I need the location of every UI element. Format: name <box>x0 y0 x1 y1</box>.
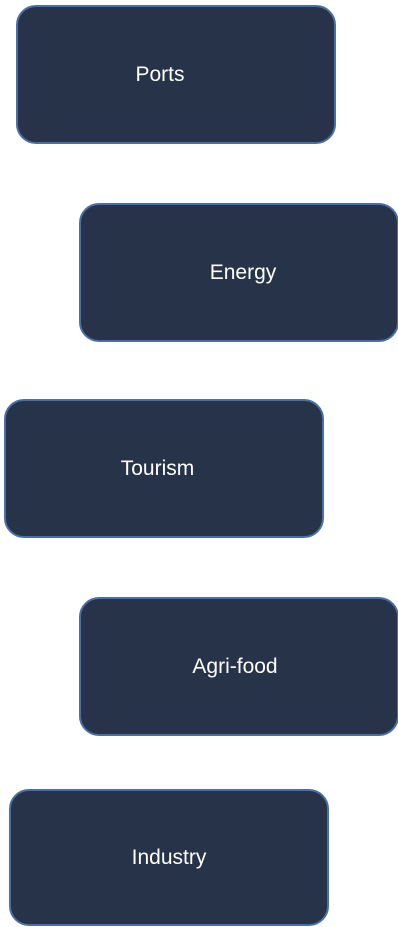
agri-food-box: Agri-food <box>79 597 398 736</box>
agri-food-label: Agri-food <box>192 654 278 678</box>
ports-label: Ports <box>135 62 185 86</box>
energy-box: Energy <box>79 203 398 342</box>
tourism-label: Tourism <box>120 456 195 480</box>
industry-box: Industry <box>9 789 329 926</box>
ports-box: Ports <box>16 5 336 144</box>
energy-label: Energy <box>209 260 277 284</box>
industry-label: Industry <box>131 845 207 869</box>
tourism-box: Tourism <box>4 399 324 538</box>
